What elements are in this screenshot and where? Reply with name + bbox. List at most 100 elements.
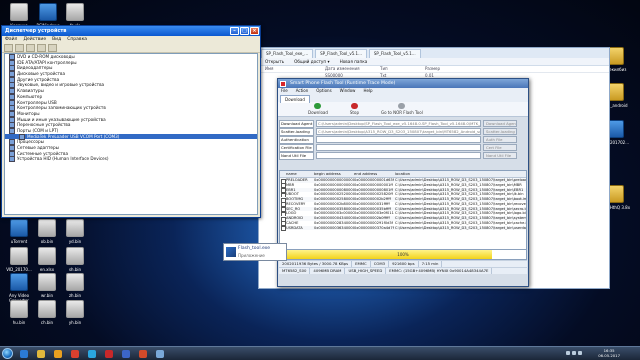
device-tree-label: Клавиатуры [17, 88, 44, 94]
flash-tool-actions: Download Stop Go to NOR Flash Tool [278, 102, 528, 117]
col-location[interactable]: location [395, 171, 410, 177]
tray-icons [566, 351, 582, 355]
desktop-icon[interactable]: sh.bin [58, 247, 92, 272]
desktop-icon[interactable]: yh.bin [58, 300, 92, 325]
preview-title: Flash_tool.exe [238, 246, 270, 251]
new-folder-button[interactable]: Новая папка [340, 58, 368, 65]
col-name[interactable]: name [286, 171, 297, 177]
back-icon[interactable] [4, 43, 13, 52]
flash-tool-window: Smart Phone Flash Tool (Runtime Trace Mo… [277, 78, 529, 287]
taskbar-button[interactable] [16, 348, 32, 359]
flag-icon[interactable] [578, 351, 582, 355]
device-tree-label: Другие устройства [17, 76, 60, 82]
field-label: Nand Util File [279, 151, 314, 160]
taskbar-apps [16, 348, 169, 359]
desktop-icon[interactable]: yd.bin [58, 219, 92, 244]
taskbar-button[interactable] [84, 348, 100, 359]
taskbar-button[interactable] [50, 348, 66, 359]
field-choose-button[interactable]: Cert File [483, 144, 517, 151]
field-choose-button[interactable]: Nand Util File [483, 152, 517, 159]
device-tree-item[interactable]: Устройства HID (Human Interface Devices) [5, 156, 257, 163]
flash-action-button[interactable]: Download [308, 103, 328, 115]
field-path-input[interactable] [316, 136, 481, 143]
tab-download[interactable]: Download [280, 95, 310, 103]
flash-action-button[interactable]: Go to NOR Flash Tool [381, 103, 423, 115]
field-path-input[interactable]: C:\Users\admin\Desktop\A315_ROW_D3_S203_… [316, 128, 481, 135]
desktop-icon-label: yh.bin [68, 320, 82, 325]
toolbar [2, 43, 260, 53]
partition-row[interactable]: USRDATA 0x0000000036340000 0x00000000370a4… [280, 225, 527, 232]
explorer-commandbar: Открыть Общий доступ ▾ Новая папка [259, 58, 609, 66]
status-cell: EMMC: (15GB+4096MB) HYNIX 0x90014A48344A… [386, 268, 493, 274]
forward-icon[interactable] [15, 43, 24, 52]
device-tree-label: DVD и CD-ROM дисководы [17, 54, 75, 59]
field-path-input[interactable]: C:\Users\admin\Desktop\SP_Flash_Tool_exe… [316, 120, 481, 127]
menu-view[interactable]: Вид [52, 36, 61, 43]
field-choose-button[interactable]: Scatter-loading [483, 128, 517, 135]
refresh-icon[interactable] [37, 43, 46, 52]
taskbar-button[interactable] [33, 348, 49, 359]
field-choose-button[interactable]: Auth File [483, 136, 517, 143]
file-field-row: Download Agent C:\Users\admin\Desktop\SP_… [279, 119, 527, 128]
taskbar: 16:35 06.05.2017 [0, 346, 640, 360]
field-choose-button[interactable]: Download Agent [483, 120, 517, 127]
app-icon [139, 349, 147, 358]
file-icon [10, 3, 28, 21]
file-icon [38, 273, 56, 291]
partition-location: C:\Users\admin\Desktop\A315_ROW_D3_S203_… [395, 225, 527, 230]
volume-icon[interactable] [572, 351, 576, 355]
taskbar-button[interactable] [101, 348, 117, 359]
file-icon [66, 247, 84, 265]
media-icon [54, 349, 62, 358]
file-icon [10, 247, 28, 265]
field-path-input[interactable] [316, 144, 481, 151]
start-button[interactable] [2, 348, 13, 359]
device-manager-titlebar[interactable]: Диспетчер устройств – □ × [2, 26, 260, 36]
menu-action[interactable]: Действие [23, 36, 46, 43]
flashtool-icon [122, 349, 130, 358]
action-icon [398, 103, 406, 109]
taskbar-button[interactable] [152, 348, 168, 359]
taskbar-button[interactable] [118, 348, 134, 359]
menu-file[interactable]: Файл [5, 36, 17, 43]
partition-end: 0x00000000370a4d7f [354, 225, 394, 230]
status-cell: 4096MB DRAM [310, 268, 346, 274]
minimize-button[interactable]: – [230, 27, 239, 35]
preview-subtitle: Приложение [238, 253, 265, 258]
col-end[interactable]: end address [354, 171, 377, 177]
taskbar-button[interactable] [135, 348, 151, 359]
col-name[interactable]: Имя [259, 66, 325, 72]
close-button[interactable]: × [250, 27, 259, 35]
clock[interactable]: 16:35 06.05.2017 [598, 348, 620, 358]
menu-help[interactable]: Справка [67, 36, 87, 43]
explorer-tab[interactable]: SP_Flash_Tool_exe_... [261, 49, 314, 58]
field-label: Certification File [279, 143, 314, 152]
explorer-tab[interactable]: SP_Flash_Tool_v5.1... [315, 49, 367, 58]
action-label: Download [308, 110, 328, 115]
action-icon [314, 103, 322, 109]
properties-icon[interactable] [26, 43, 35, 52]
col-size[interactable]: Размер [425, 66, 465, 72]
device-manager-window: Диспетчер устройств – □ × Файл Действие … [1, 25, 261, 218]
device-tree-label: Сетевые адаптеры [17, 145, 59, 150]
desktop-icon[interactable]: zh.bin [58, 273, 92, 298]
explorer-tab[interactable]: SP_Flash_Tool_v5.1... [368, 49, 421, 58]
field-label: Authentication File [279, 135, 314, 148]
col-date[interactable]: Дата изменения [325, 66, 380, 72]
partition-rows: PRELOADER 0x0000000000000000 0x00000000000… [280, 178, 527, 232]
flash-action-button[interactable]: Stop [350, 103, 359, 115]
clock-date: 06.05.2017 [598, 353, 620, 358]
taskbar-preview[interactable]: Flash_tool.exe Приложение [223, 243, 287, 261]
field-label: Scatter-loading File [279, 127, 314, 140]
network-icon[interactable] [566, 351, 570, 355]
share-button[interactable]: Общий доступ ▾ [294, 58, 329, 65]
open-button[interactable]: Открыть [265, 58, 284, 65]
maximize-button[interactable]: □ [240, 27, 249, 35]
col-type[interactable]: Тип [380, 66, 425, 72]
file-icon [38, 300, 56, 318]
help-icon[interactable] [48, 43, 57, 52]
field-path-input[interactable] [316, 152, 481, 159]
col-begin[interactable]: begin address [314, 171, 341, 177]
flash-tool-titlebar[interactable]: Smart Phone Flash Tool (Runtime Trace Mo… [278, 79, 528, 88]
taskbar-button[interactable] [67, 348, 83, 359]
